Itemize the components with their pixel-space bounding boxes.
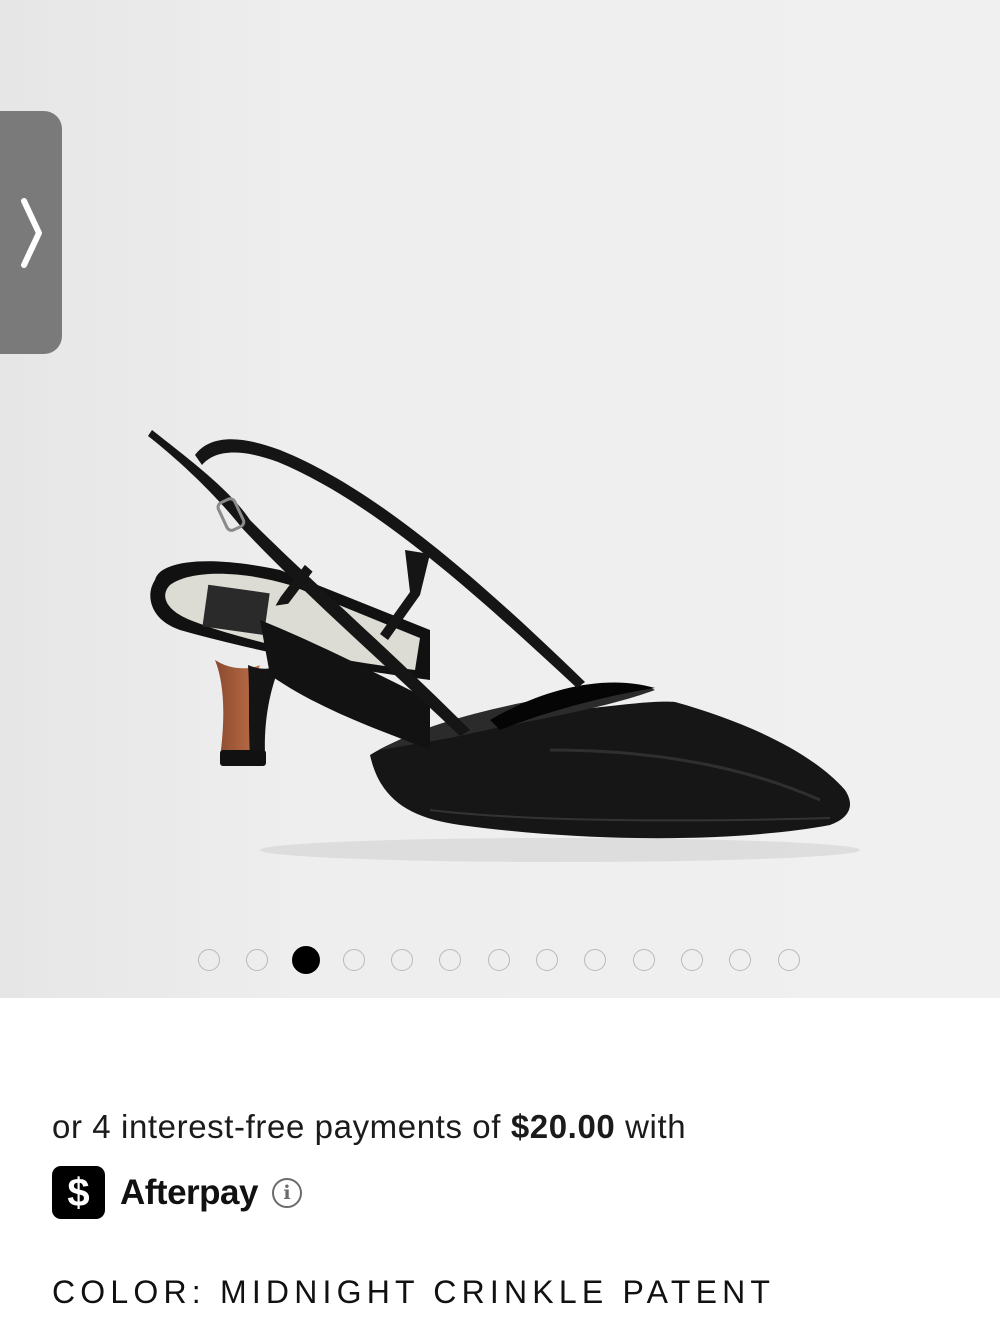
afterpay-logo-icon: $ xyxy=(52,1166,105,1219)
product-image-gallery[interactable] xyxy=(0,0,1000,998)
gallery-dot[interactable] xyxy=(439,949,462,971)
gallery-dot[interactable] xyxy=(391,949,414,971)
gallery-dot[interactable] xyxy=(680,949,703,971)
gallery-dot-active[interactable] xyxy=(291,946,320,974)
afterpay-message: or 4 interest-free payments of $20.00 wi… xyxy=(52,1108,686,1146)
afterpay-suffix: with xyxy=(615,1108,687,1145)
gallery-dot[interactable] xyxy=(198,949,220,971)
product-color-label: COLOR: MIDNIGHT CRINKLE PATENT xyxy=(52,1274,776,1310)
gallery-dot[interactable] xyxy=(632,949,655,971)
gallery-dot[interactable] xyxy=(777,949,800,971)
gallery-dot[interactable] xyxy=(246,949,269,971)
afterpay-brand-name: Afterpay xyxy=(120,1172,258,1212)
info-icon[interactable]: i xyxy=(271,1177,302,1208)
afterpay-brand-row: $ Afterpay i xyxy=(52,1166,302,1219)
gallery-dot[interactable] xyxy=(584,949,607,971)
afterpay-amount: $20.00 xyxy=(510,1108,616,1145)
gallery-dot[interactable] xyxy=(487,949,510,971)
gallery-side-tab[interactable] xyxy=(0,111,62,354)
gallery-dot[interactable] xyxy=(729,949,752,971)
gallery-dot[interactable] xyxy=(342,949,365,971)
chevron-right-icon xyxy=(21,197,42,268)
gallery-pagination xyxy=(198,946,826,974)
product-image-shoe xyxy=(148,430,860,862)
afterpay-prefix: or 4 interest-free payments of xyxy=(52,1108,511,1145)
gallery-dot[interactable] xyxy=(536,949,559,971)
